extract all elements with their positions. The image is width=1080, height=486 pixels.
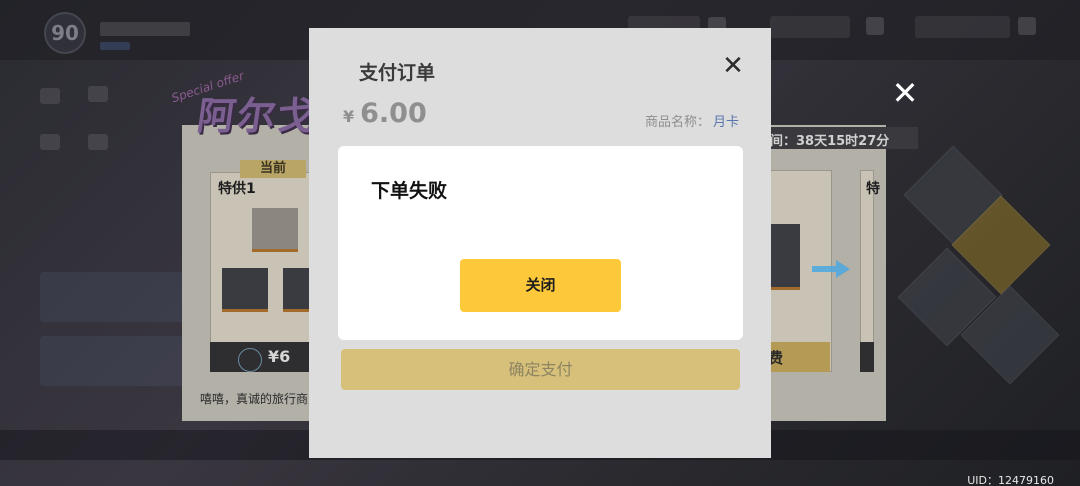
add-resource-3-icon[interactable] <box>1018 17 1036 35</box>
arrow-right-icon <box>812 260 850 278</box>
merchant-dialogue: 嘻嘻，真诚的旅行商人 <box>200 392 321 406</box>
currency-symbol: ¥ <box>343 107 355 126</box>
left-banner-1[interactable] <box>40 272 190 322</box>
lock-icon <box>860 342 874 372</box>
currency-circle-icon <box>238 348 262 372</box>
player-tag <box>100 42 130 50</box>
amount-value: 6.00 <box>360 98 427 129</box>
product-name-value: 月卡 <box>713 115 740 130</box>
payment-amount: ¥6.00 <box>343 98 427 129</box>
shop-icon[interactable] <box>88 134 108 150</box>
offer-card-3-label: 特 <box>866 181 880 197</box>
add-resource-2-icon[interactable] <box>866 17 884 35</box>
mail-icon[interactable] <box>40 88 60 104</box>
resource-bar-3 <box>915 16 1010 38</box>
left-banner-2[interactable] <box>40 336 190 386</box>
resource-bar-2 <box>770 16 850 38</box>
current-tag: 当前 <box>240 160 306 178</box>
product-name-label: 商品名称： <box>645 115 711 130</box>
reward-item-weapon[interactable] <box>222 268 268 312</box>
error-alert: 下单失败 关闭 <box>338 146 743 340</box>
offer-price[interactable]: ¥6 <box>268 347 290 366</box>
close-icon[interactable]: ✕ <box>719 52 747 80</box>
game-screen: 90 Special offer 阿尔戈 间：38天15时27分 当前 特供1 … <box>0 0 1080 486</box>
player-name-placeholder <box>100 22 190 36</box>
player-level-badge[interactable]: 90 <box>44 12 86 54</box>
alert-close-button[interactable]: 关闭 <box>460 259 621 312</box>
alert-message: 下单失败 <box>371 180 448 202</box>
offer-card-1-label: 特供1 <box>218 181 256 197</box>
reward-item-right[interactable] <box>770 224 800 290</box>
gift-icon[interactable] <box>40 134 60 150</box>
close-event-icon[interactable]: ✕ <box>890 77 920 109</box>
confirm-payment-button[interactable]: 确定支付 <box>341 349 740 390</box>
uid-label: UID：12479160 <box>967 474 1054 486</box>
event-title: 阿尔戈 <box>194 94 321 138</box>
payment-title: 支付订单 <box>359 62 436 84</box>
reward-item-crystal[interactable] <box>283 268 309 312</box>
home-icon[interactable] <box>88 86 108 102</box>
reward-item-ticket[interactable] <box>252 208 298 252</box>
event-timer: 间：38天15时27分 <box>770 134 890 149</box>
